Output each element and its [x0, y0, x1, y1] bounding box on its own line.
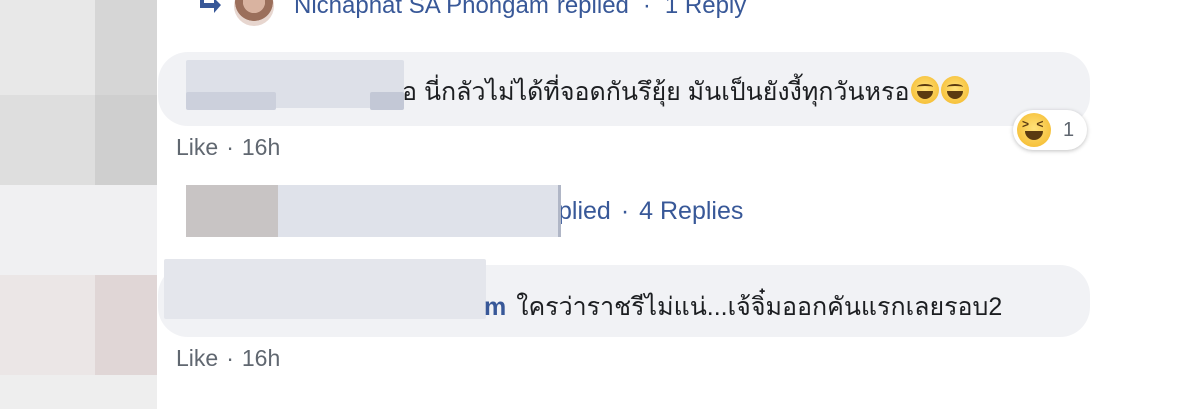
- comment-bubble: อ นี่กลัวไม่ได้ที่จอดกันรึยุ้ย มันเป็นยั…: [158, 52, 1090, 126]
- blurred-block: [0, 375, 157, 409]
- blurred-block: [95, 275, 157, 375]
- replier-name[interactable]: Nichaphat SA Phongam: [294, 0, 549, 20]
- separator: ·: [226, 134, 234, 160]
- comment-text: อ นี่กลัวไม่ได้ที่จอดกันรึยุ้ย มันเป็นยั…: [402, 78, 910, 106]
- reply-arrow-icon: [200, 0, 221, 13]
- blurred-block: [0, 95, 95, 185]
- comment-bubble: m ใครว่าราชรีไม่แน่...เจ้จิ๋มออกคันแรกเลย…: [158, 259, 1090, 337]
- separator: ·: [620, 196, 630, 225]
- commenter-name-fragment[interactable]: m: [484, 293, 506, 321]
- blurred-commenter-name: [164, 259, 486, 319]
- comment-timestamp[interactable]: 16h: [242, 345, 280, 371]
- avatar[interactable]: [234, 0, 274, 26]
- like-button[interactable]: Like: [176, 134, 218, 160]
- comment-text: ใครว่าราชรีไม่แน่...เจ้จิ๋มออกคันแรกเลยร…: [516, 293, 1003, 321]
- blurred-commenter-name: [370, 92, 404, 110]
- haha-reaction-icon: [1017, 113, 1051, 147]
- separator: ·: [642, 0, 651, 19]
- blurred-block: [0, 275, 95, 375]
- grinning-sweat-emoji-icon: [911, 76, 940, 104]
- blurred-block: [0, 185, 157, 275]
- separator: ·: [226, 345, 234, 371]
- blurred-left-panel: [0, 0, 157, 409]
- like-button[interactable]: Like: [176, 345, 218, 371]
- reaction-summary[interactable]: 1: [1013, 110, 1087, 150]
- replies-count[interactable]: 1 Reply: [665, 0, 746, 20]
- grinning-sweat-emoji-icon: [941, 76, 970, 104]
- replied-fragment: plied: [558, 196, 611, 225]
- view-replies-link[interactable]: plied · 4 Replies: [186, 185, 743, 237]
- blurred-replier-name: [186, 185, 561, 237]
- reaction-count: 1: [1063, 118, 1075, 141]
- replies-count[interactable]: 4 Replies: [639, 197, 743, 225]
- blurred-block: [95, 0, 157, 95]
- view-replies-link[interactable]: Nichaphat SA Phongam replied · 1 Reply: [198, 0, 746, 26]
- blurred-block: [95, 95, 157, 185]
- comment-timestamp[interactable]: 16h: [242, 134, 280, 160]
- replied-text: replied: [556, 0, 629, 19]
- comment-actions: Like · 16h: [176, 345, 280, 372]
- blurred-block: [0, 0, 95, 95]
- comment-actions: Like · 16h: [176, 134, 280, 161]
- blurred-commenter-name: [186, 92, 276, 110]
